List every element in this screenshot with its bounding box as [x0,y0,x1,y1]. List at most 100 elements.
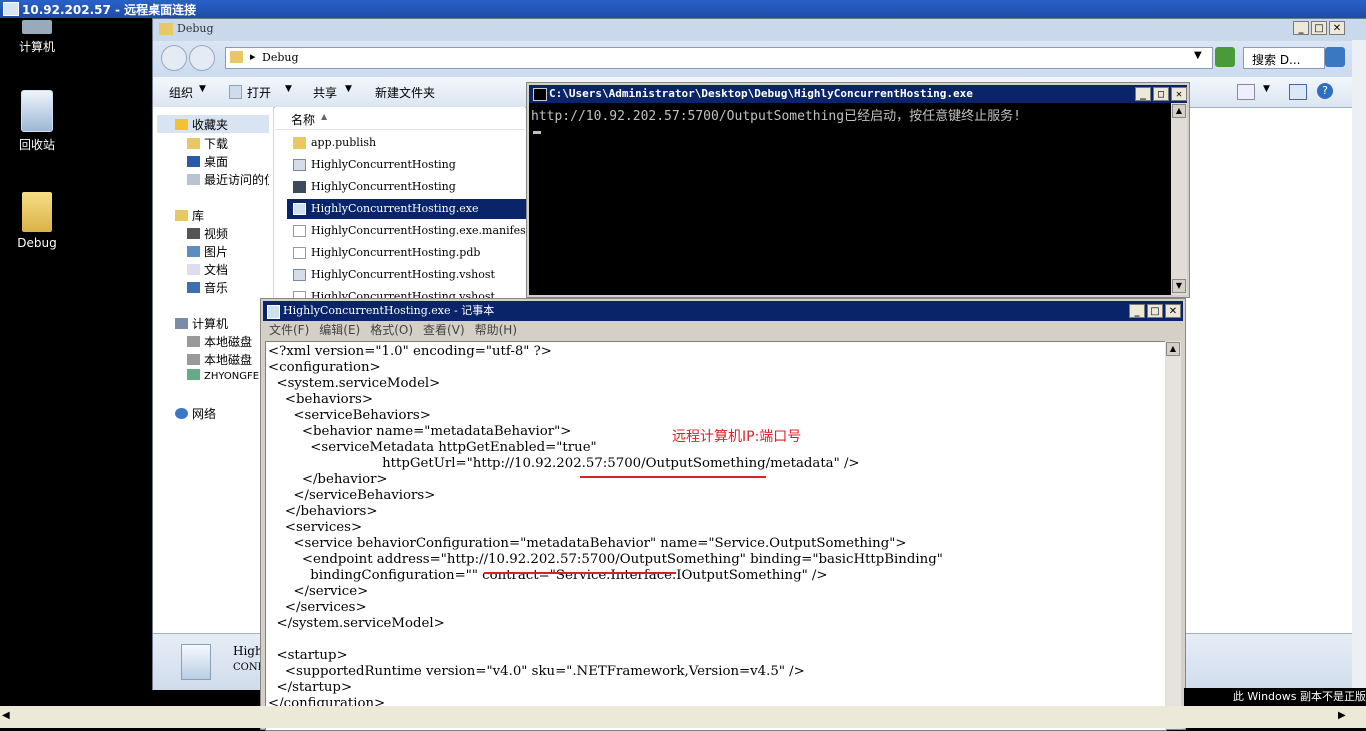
nav-label: 图片 [204,245,229,259]
file-row-manifest[interactable]: HighlyConcurrentHosting.exe.manifest [287,221,547,241]
close-button[interactable]: ✕ [1329,21,1345,35]
maximize-button[interactable]: □ [1147,304,1163,318]
minimize-button[interactable]: _ [1129,304,1145,318]
help-icon[interactable]: ? [1317,83,1333,99]
nav-library[interactable]: 库 [175,207,204,224]
explorer-scrollbar[interactable] [1352,40,1366,688]
nav-favorites[interactable]: 收藏夹 [175,116,228,133]
nav-pictures[interactable]: 图片 [187,243,228,260]
console-title: C:\Users\Administrator\Desktop\Debug\Hig… [549,87,973,100]
nav-documents[interactable]: 文档 [187,261,228,278]
application-icon [293,159,306,171]
file-row-exe-config[interactable]: HighlyConcurrentHosting.exe [287,199,547,219]
dropdown-arrow-icon[interactable]: ▼ [285,84,292,94]
scroll-up-icon[interactable]: ▲ [1166,342,1180,356]
scroll-down-icon[interactable]: ▼ [1172,279,1186,293]
scroll-right-icon[interactable]: ▶ [1338,710,1346,721]
nav-label: 桌面 [204,155,229,169]
scroll-up-icon[interactable]: ▲ [1172,104,1186,118]
annotation-underline-url [580,476,766,478]
remote-desktop-title: 10.92.202.57 - 远程桌面连接 [22,3,197,17]
preview-pane-icon[interactable] [1289,84,1307,100]
config-file-icon [181,644,211,680]
file-name: HighlyConcurrentHosting.pdb [311,246,481,259]
nav-music[interactable]: 音乐 [187,279,228,296]
nav-desktop[interactable]: 桌面 [187,153,228,170]
nav-videos[interactable]: 视频 [187,225,228,242]
annotation-ip-port: 远程计算机IP:端口号 [672,429,802,445]
desktop-icon-computer[interactable]: 计算机 [2,20,72,55]
menu-view[interactable]: 查看(V) [423,323,465,337]
nav-local-disk-c[interactable]: 本地磁盘 [187,333,252,350]
console-titlebar[interactable]: C:\Users\Administrator\Desktop\Debug\Hig… [529,85,1187,103]
nav-label: 最近访问的位置 [204,173,269,187]
nav-downloads[interactable]: 下载 [187,135,228,152]
address-dropdown-icon[interactable]: ▼ [1194,50,1202,61]
nav-computer[interactable]: 计算机 [175,315,228,332]
recycle-bin-icon [21,90,53,132]
console-cursor [533,131,541,134]
view-options-icon[interactable] [1237,84,1255,100]
nav-label: 库 [192,209,205,223]
menu-format[interactable]: 格式(O) [370,323,413,337]
organize-menu[interactable]: 组织 [169,84,193,101]
search-input[interactable]: 搜索 D... [1243,47,1325,69]
windows-watermark: 此 Windows 副本不是正版 [1184,688,1366,706]
disk-icon [187,354,200,365]
dropdown-arrow-icon[interactable]: ▼ [1263,84,1270,94]
new-folder-button[interactable]: 新建文件夹 [375,84,435,101]
bottom-scrollbar[interactable]: ◀ ▶ [0,706,1366,728]
column-name: 名称 [291,113,316,127]
address-chevron-icon[interactable]: ▸ [250,50,256,63]
notepad-scrollbar[interactable]: ▲ [1165,341,1181,729]
console-line: http://10.92.202.57:5700/OutputSomething… [531,109,1021,124]
maximize-button[interactable]: □ [1311,21,1327,35]
explorer-titlebar[interactable]: Debug _ □ ✕ [153,19,1366,41]
share-menu[interactable]: 共享 [313,84,337,101]
menu-file[interactable]: 文件(F) [269,323,309,337]
file-row-app-publish[interactable]: app.publish [287,133,547,153]
remote-desktop-icon [3,2,19,16]
menu-help[interactable]: 帮助(H) [475,323,517,337]
nav-local-disk-d[interactable]: 本地磁盘 [187,351,252,368]
minimize-button[interactable]: _ [1293,21,1309,35]
console-scrollbar[interactable]: ▲ ▼ [1171,103,1187,295]
search-icon[interactable] [1325,47,1345,67]
desktop-icon-label: Debug [17,236,57,250]
computer-icon [175,318,188,329]
details-name: High [233,644,263,658]
notepad-titlebar[interactable]: HighlyConcurrentHosting.exe - 记事本 _ □ ✕ [263,301,1183,321]
close-button[interactable]: ✕ [1171,87,1187,101]
console-icon [533,88,547,101]
desktop-icon-recycle-bin[interactable]: 回收站 [2,90,72,153]
dropdown-arrow-icon[interactable]: ▼ [345,84,352,94]
open-button[interactable]: 打开 [247,84,271,101]
nav-recent[interactable]: 最近访问的位置 [187,171,269,188]
maximize-button[interactable]: □ [1153,87,1169,101]
close-button[interactable]: ✕ [1165,304,1181,318]
file-row-vshost[interactable]: HighlyConcurrentHosting.vshost [287,265,547,285]
sort-ascending-icon: ▲ [321,112,328,121]
column-header[interactable]: 名称 ▲ [275,107,525,130]
navigation-pane: 收藏夹 下载 桌面 最近访问的位置 库 视频 图片 文档 音乐 计算机 本地磁盘… [153,107,274,637]
nav-label: 计算机 [192,317,229,331]
minimize-button[interactable]: _ [1135,87,1151,101]
forward-button[interactable] [189,45,215,71]
file-row-application[interactable]: HighlyConcurrentHosting [287,155,547,175]
file-row-pdb[interactable]: HighlyConcurrentHosting.pdb [287,243,547,263]
address-bar[interactable]: ▸ Debug ▼ [225,47,1213,69]
refresh-icon[interactable] [1215,47,1235,67]
menu-edit[interactable]: 编辑(E) [319,323,360,337]
file-row-window[interactable]: HighlyConcurrentHosting [287,177,547,197]
video-icon [187,228,200,239]
nav-network[interactable]: 网络 [175,405,216,422]
scroll-left-icon[interactable]: ◀ [2,710,10,721]
back-button[interactable] [161,45,187,71]
downloads-icon [187,138,200,149]
desktop-icon-debug-folder[interactable]: Debug [2,192,72,250]
notepad-editor[interactable]: <?xml version="1.0" encoding="utf-8" ?> … [265,341,1167,731]
nav-network-drive[interactable]: ZHYONGFEN [187,369,267,382]
nav-label: 收藏夹 [192,118,229,132]
notepad-content: <?xml version="1.0" encoding="utf-8" ?> … [268,344,943,711]
dropdown-arrow-icon[interactable]: ▼ [199,84,206,94]
